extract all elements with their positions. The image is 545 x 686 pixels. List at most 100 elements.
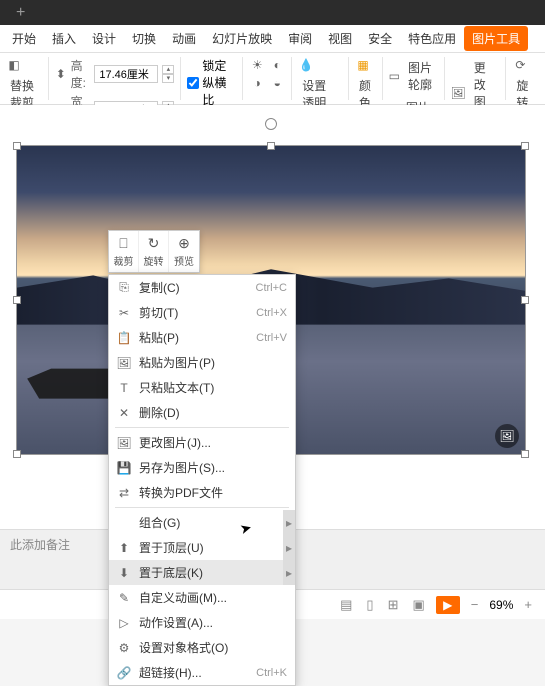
ctx-label: 置于顶层(U)	[133, 539, 279, 556]
ctx-item-9[interactable]: ⇄转换为PDF文件	[109, 480, 295, 505]
ctx-item-7[interactable]: 🖼更改图片(J)...	[109, 430, 295, 455]
ctx-item-17[interactable]: 🔗超链接(H)...Ctrl+K	[109, 660, 295, 685]
menu-item-7[interactable]: 视图	[320, 26, 360, 51]
menu-item-5[interactable]: 幻灯片放映	[204, 26, 280, 51]
adjust-icon[interactable]: ◑	[249, 75, 265, 91]
ctx-icon: ⎘	[115, 280, 133, 295]
ctx-item-2[interactable]: 📋粘贴(P)Ctrl+V	[109, 325, 295, 350]
ctx-label: 更改图片(J)...	[133, 434, 287, 451]
menu-item-10[interactable]: 图片工具	[464, 26, 528, 51]
ctx-label: 自定义动画(M)...	[133, 589, 287, 606]
ctx-label: 删除(D)	[133, 404, 287, 421]
ctx-label: 另存为图片(S)...	[133, 459, 287, 476]
resize-handle-l[interactable]	[13, 296, 21, 304]
lock-ratio-checkbox[interactable]	[187, 77, 199, 89]
menu-bar: 开始插入设计切换动画幻灯片放映审阅视图安全特色应用图片工具	[0, 25, 545, 53]
resize-handle-t[interactable]	[267, 142, 275, 150]
ctx-item-1[interactable]: ✂剪切(T)Ctrl+X	[109, 300, 295, 325]
ctx-item-12[interactable]: ⬆置于顶层(U)▸	[109, 535, 295, 560]
height-input[interactable]	[94, 65, 158, 83]
lock-ratio-label: 锁定纵横比	[202, 57, 236, 108]
new-tab-button[interactable]: +	[8, 4, 33, 22]
resize-handle-bl[interactable]	[13, 450, 21, 458]
ctx-label: 动作设置(A)...	[133, 614, 287, 631]
ctx-item-4[interactable]: T只粘贴文本(T)	[109, 375, 295, 400]
ctx-label: 粘贴(P)	[133, 329, 256, 346]
image-badge-icon[interactable]: 🖼	[495, 424, 519, 448]
ctx-icon: ✕	[115, 406, 133, 420]
ctx-icon: ⇄	[115, 486, 133, 500]
float-preview-button[interactable]: ⊕预览	[169, 231, 199, 272]
ctx-label: 复制(C)	[133, 279, 256, 296]
float-crop-button[interactable]: ⎕裁剪	[109, 231, 139, 272]
brightness-icon[interactable]: ☀	[249, 57, 265, 73]
ctx-shortcut: Ctrl+C	[256, 282, 287, 294]
ctx-icon: ▷	[115, 616, 133, 630]
ctx-item-16[interactable]: ⚙设置对象格式(O)	[109, 635, 295, 660]
crop-icon[interactable]: ◧	[6, 57, 22, 73]
ribbon-toolbar: ◧ 替换裁剪 ⬍ 高度: ▴▾ ⬌ 宽度: ▴▾ 锁定纵横比 ⟲ 重设大小 ☀◐…	[0, 53, 545, 105]
menu-item-4[interactable]: 动画	[164, 26, 204, 51]
ctx-label: 粘贴为图片(P)	[133, 354, 287, 371]
slideshow-button[interactable]: ▶	[436, 596, 460, 614]
contrast-icon[interactable]: ◐	[269, 57, 285, 73]
ctx-item-8[interactable]: 💾另存为图片(S)...	[109, 455, 295, 480]
ctx-label: 超链接(H)...	[133, 664, 256, 681]
ctx-item-14[interactable]: ✎自定义动画(M)...	[109, 585, 295, 610]
adjust2-icon[interactable]: ◒	[269, 75, 285, 91]
ctx-icon: ⚙	[115, 641, 133, 655]
ctx-item-5[interactable]: ✕删除(D)	[109, 400, 295, 425]
color-icon[interactable]: ▦	[355, 57, 371, 73]
ctx-shortcut: Ctrl+K	[256, 667, 287, 679]
menu-item-0[interactable]: 开始	[4, 26, 44, 51]
resize-handle-tl[interactable]	[13, 142, 21, 150]
zoom-out-button[interactable]: −	[468, 597, 482, 612]
resize-handle-br[interactable]	[521, 450, 529, 458]
resize-handle-tr[interactable]	[521, 142, 529, 150]
ctx-item-3[interactable]: 🖼粘贴为图片(P)	[109, 350, 295, 375]
ctx-label: 设置对象格式(O)	[133, 639, 287, 656]
change-icon[interactable]: 🖼	[451, 85, 466, 101]
ctx-icon: T	[115, 381, 133, 395]
ctx-item-13[interactable]: ⬇置于底层(K)▸	[109, 560, 295, 585]
float-rotate-button[interactable]: ↻旋转	[139, 231, 169, 272]
rotate-icon[interactable]: ⟳	[512, 57, 528, 73]
ctx-label: 组合(G)	[133, 514, 279, 531]
menu-item-2[interactable]: 设计	[84, 26, 124, 51]
menu-item-3[interactable]: 切换	[124, 26, 164, 51]
view-sorter-icon[interactable]: ⊞	[385, 597, 402, 613]
floating-toolbar: ⎕裁剪 ↻旋转 ⊕预览	[108, 230, 200, 273]
resize-handle-r[interactable]	[521, 296, 529, 304]
zoom-level[interactable]: 69%	[489, 598, 513, 612]
ctx-item-15[interactable]: ▷动作设置(A)...	[109, 610, 295, 635]
menu-item-9[interactable]: 特色应用	[400, 26, 464, 51]
ctx-label: 剪切(T)	[133, 304, 256, 321]
height-label: 高度:	[71, 57, 91, 91]
ctx-item-0[interactable]: ⎘复制(C)Ctrl+C	[109, 275, 295, 300]
view-outline-icon[interactable]: ▯	[363, 597, 376, 613]
ctx-label: 置于底层(K)	[133, 564, 279, 581]
ctx-label: 只粘贴文本(T)	[133, 379, 287, 396]
ctx-icon: 🖼	[115, 356, 133, 370]
crop-icon: ⎕	[109, 235, 138, 253]
notes-placeholder: 此添加备注	[10, 538, 70, 552]
view-reading-icon[interactable]: ▣	[409, 597, 427, 613]
ctx-label: 转换为PDF文件	[133, 484, 287, 501]
menu-item-6[interactable]: 审阅	[280, 26, 320, 51]
height-spinner[interactable]: ▴▾	[162, 65, 174, 83]
ctx-shortcut: Ctrl+X	[256, 307, 287, 319]
outline-icon[interactable]: ▭	[389, 68, 400, 84]
submenu-arrow-icon: ▸	[283, 535, 295, 560]
submenu-arrow-icon: ▸	[283, 560, 295, 585]
ctx-icon: ✎	[115, 591, 133, 605]
context-menu: ⎘复制(C)Ctrl+C✂剪切(T)Ctrl+X📋粘贴(P)Ctrl+V🖼粘贴为…	[108, 274, 296, 686]
menu-item-1[interactable]: 插入	[44, 26, 84, 51]
ctx-item-11[interactable]: 组合(G)▸	[109, 510, 295, 535]
menu-item-8[interactable]: 安全	[360, 26, 400, 51]
height-icon: ⬍	[55, 66, 67, 82]
outline-button[interactable]: 图片轮廓	[404, 57, 438, 95]
zoom-in-button[interactable]: +	[521, 597, 535, 612]
rotation-handle[interactable]	[265, 118, 277, 130]
view-normal-icon[interactable]: ▤	[337, 597, 355, 613]
droplet-icon[interactable]: 💧	[298, 57, 314, 73]
